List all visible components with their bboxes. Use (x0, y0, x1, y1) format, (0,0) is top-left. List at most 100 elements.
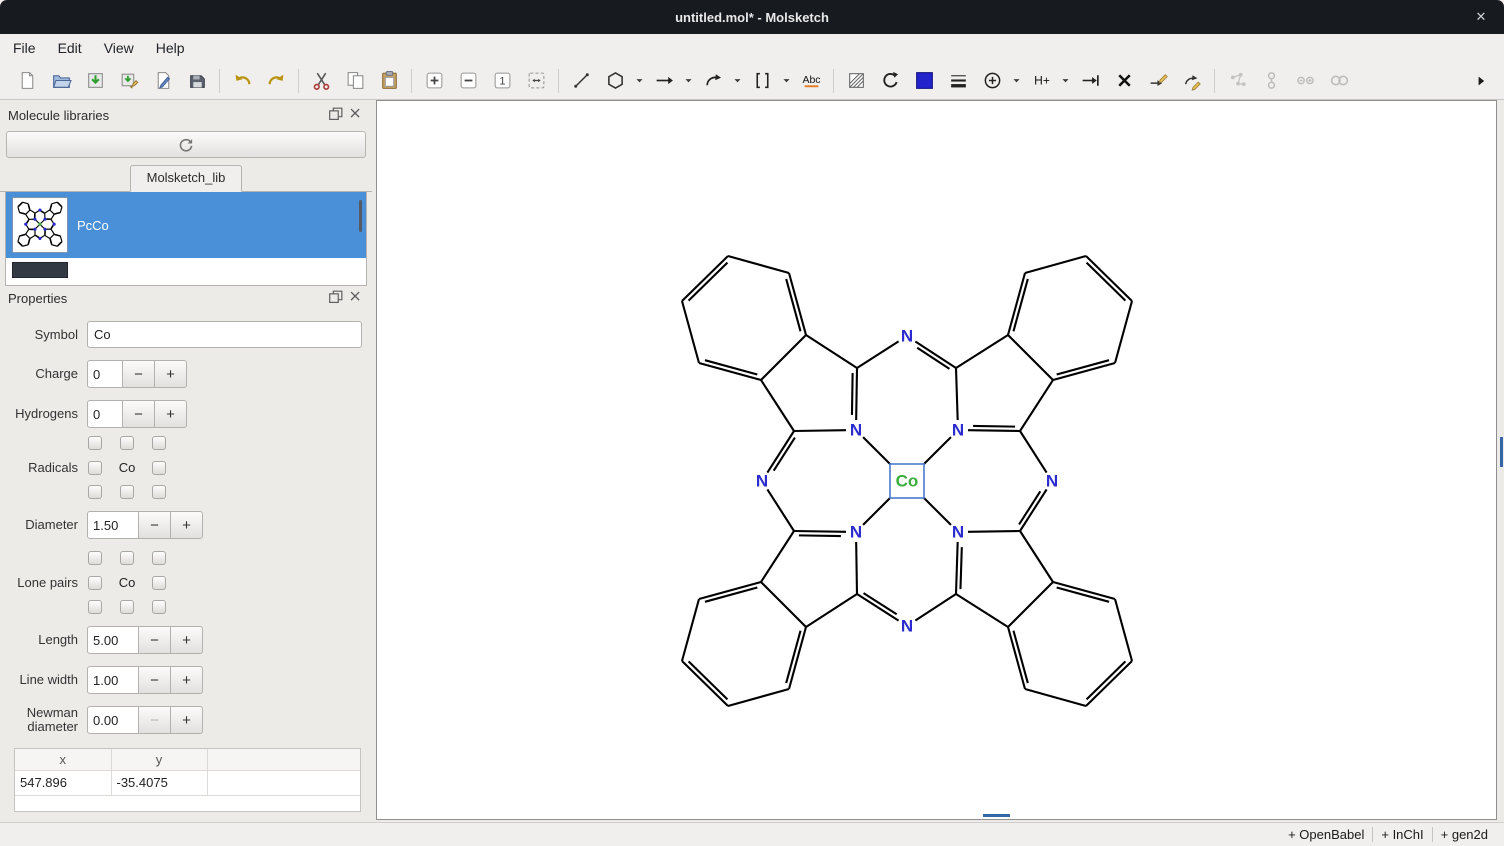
charge-value-input[interactable] (87, 360, 123, 388)
library-list-item[interactable]: PcCo (6, 192, 366, 258)
delete-tool-button[interactable] (1107, 65, 1141, 97)
radical-toggle[interactable] (152, 461, 166, 475)
atom-label-N[interactable]: N (952, 523, 964, 542)
hydrogen-tool-dropdown[interactable] (1058, 65, 1073, 97)
coords-x-cell[interactable]: 547.896 (15, 770, 111, 795)
tab-molsketch-lib[interactable]: Molsketch_lib (130, 165, 243, 192)
newman-diameter-value-input[interactable] (87, 706, 139, 734)
charge-increase-button[interactable]: + (154, 360, 187, 388)
text-tool-button[interactable]: Abc (794, 65, 828, 97)
length-decrease-button[interactable]: − (138, 626, 171, 654)
menu-edit[interactable]: Edit (47, 36, 93, 60)
lone-pair-toggle[interactable] (88, 551, 102, 565)
line-width-tool-button[interactable] (941, 65, 975, 97)
charge-tool-dropdown[interactable] (1009, 65, 1024, 97)
menu-file[interactable]: File (2, 36, 47, 60)
toolbar-overflow-button[interactable] (1464, 65, 1498, 97)
hydrogens-value-input[interactable] (87, 400, 123, 428)
library-refresh-button[interactable] (6, 131, 366, 158)
lone-pair-toggle[interactable] (88, 576, 102, 590)
save-as-button[interactable] (112, 65, 146, 97)
length-increase-button[interactable]: + (170, 626, 203, 654)
reaction-map-tool-button[interactable] (1141, 65, 1175, 97)
hydrogens-increase-button[interactable]: + (154, 400, 187, 428)
lone-pair-toggle[interactable] (120, 551, 134, 565)
radical-toggle[interactable] (88, 461, 102, 475)
lone-pair-toggle[interactable] (152, 551, 166, 565)
library-close-button[interactable] (346, 106, 366, 124)
diameter-value-input[interactable] (87, 511, 139, 539)
mechanism-tool-button[interactable] (1175, 65, 1209, 97)
library-list-item-partial[interactable] (6, 258, 366, 284)
atom-label-N[interactable]: N (952, 421, 964, 440)
bracket-tool-button[interactable] (745, 65, 779, 97)
line-width-decrease-button[interactable]: − (138, 666, 171, 694)
lone-pair-toggle[interactable] (152, 576, 166, 590)
line-width-increase-button[interactable]: + (170, 666, 203, 694)
undo-button[interactable] (225, 65, 259, 97)
window-close-button[interactable]: ✕ (1472, 8, 1490, 26)
curved-arrow-tool-button[interactable] (696, 65, 730, 97)
zoom-out-button[interactable] (451, 65, 485, 97)
reaction-arrow-button[interactable] (647, 65, 681, 97)
length-value-input[interactable] (87, 626, 139, 654)
save-button[interactable] (78, 65, 112, 97)
charge-decrease-button[interactable]: − (122, 360, 155, 388)
lone-pair-toggle[interactable] (152, 600, 166, 614)
canvas-vscroll-indicator[interactable] (1500, 437, 1503, 467)
draw-bond-button[interactable] (564, 65, 598, 97)
radical-toggle[interactable] (152, 436, 166, 450)
export-document-button[interactable] (146, 65, 180, 97)
radical-toggle[interactable] (120, 436, 134, 450)
new-document-button[interactable] (10, 65, 44, 97)
lone-pair-toggle[interactable] (120, 600, 134, 614)
atom-label-N[interactable]: N (901, 327, 913, 346)
atom-label-Co[interactable]: Co (896, 472, 919, 491)
properties-float-button[interactable] (326, 289, 346, 307)
radical-toggle[interactable] (152, 485, 166, 499)
ring-tool-button[interactable] (598, 65, 632, 97)
atom-label-N[interactable]: N (850, 421, 862, 440)
molecule-drawing[interactable]: Co N N N N N N N N (377, 101, 1496, 819)
newman-diameter-decrease-button[interactable]: − (138, 706, 171, 734)
copy-button[interactable] (338, 65, 372, 97)
zoom-in-button[interactable] (417, 65, 451, 97)
paste-button[interactable] (372, 65, 406, 97)
line-width-value-input[interactable] (87, 666, 139, 694)
rotate-tool-button[interactable] (873, 65, 907, 97)
radical-toggle[interactable] (120, 485, 134, 499)
canvas-hscroll-indicator[interactable] (983, 814, 1010, 817)
atom-label-N[interactable]: N (756, 472, 768, 491)
hydrogens-decrease-button[interactable]: − (122, 400, 155, 428)
hydrogen-tool-button[interactable]: H+ (1024, 65, 1058, 97)
atom-label-N[interactable]: N (850, 523, 862, 542)
zoom-fit-button[interactable] (519, 65, 553, 97)
ring-tool-dropdown[interactable] (632, 65, 647, 97)
menu-help[interactable]: Help (145, 36, 196, 60)
menu-view[interactable]: View (93, 36, 145, 60)
zoom-original-button[interactable]: 1 (485, 65, 519, 97)
open-folder-button[interactable] (44, 65, 78, 97)
save-all-button[interactable] (180, 65, 214, 97)
electron-flow-tool-button[interactable] (1073, 65, 1107, 97)
curved-arrow-tool-dropdown[interactable] (730, 65, 745, 97)
radical-toggle[interactable] (88, 485, 102, 499)
diameter-decrease-button[interactable]: − (138, 511, 171, 539)
symbol-input[interactable] (87, 321, 362, 348)
atom-label-N[interactable]: N (1046, 472, 1058, 491)
lone-pair-toggle[interactable] (88, 600, 102, 614)
charge-tool-button[interactable] (975, 65, 1009, 97)
atom-label-N[interactable]: N (901, 617, 913, 636)
coords-y-cell[interactable]: -35.4075 (111, 770, 207, 795)
reaction-arrow-dropdown[interactable] (681, 65, 696, 97)
properties-close-button[interactable] (346, 289, 366, 307)
radical-toggle[interactable] (88, 436, 102, 450)
hatch-tool-button[interactable] (839, 65, 873, 97)
library-scrollbar[interactable] (359, 200, 362, 232)
molecule[interactable]: Co N N N N N N N N (682, 256, 1132, 706)
color-swatch-button[interactable] (907, 65, 941, 97)
redo-button[interactable] (259, 65, 293, 97)
molecule-canvas[interactable]: Co N N N N N N N N (376, 100, 1497, 820)
cut-button[interactable] (304, 65, 338, 97)
diameter-increase-button[interactable]: + (170, 511, 203, 539)
